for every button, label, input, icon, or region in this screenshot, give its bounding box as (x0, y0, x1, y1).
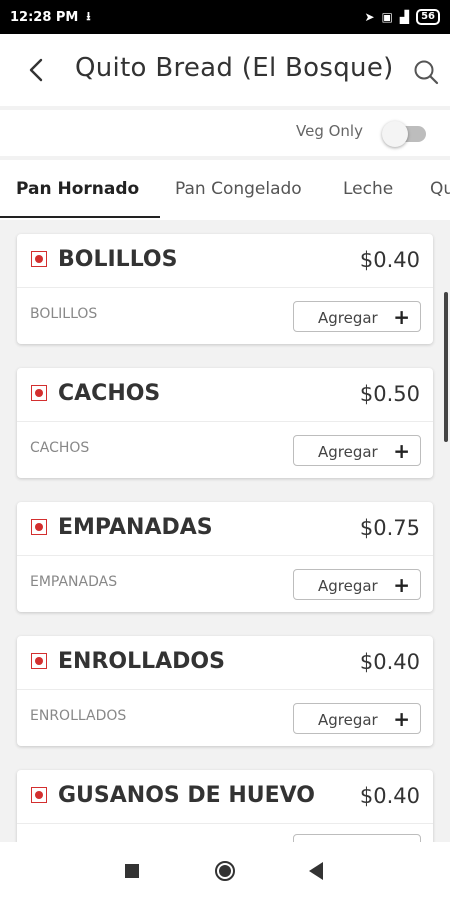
product-price: $0.50 (359, 382, 420, 406)
non-veg-mark-icon (31, 519, 47, 535)
category-tabs: Pan Hornado Pan Congelado Leche Qu (0, 160, 450, 220)
status-icons: ➤ ▣ ▟ 56 (364, 9, 440, 25)
add-button-label: Agregar (318, 309, 378, 327)
product-card-header: GUSANOS DE HUEVO $0.40 (17, 770, 433, 824)
product-price: $0.75 (359, 516, 420, 540)
product-card: CACHOS $0.50 CACHOS Agregar + (17, 368, 433, 478)
product-name: EMPANADAS (58, 515, 213, 540)
product-price: $0.40 (359, 248, 420, 272)
add-button[interactable]: Agregar + (293, 435, 421, 466)
product-card: BOLILLOS $0.40 BOLILLOS Agregar + (17, 234, 433, 344)
system-nav-bar (0, 842, 450, 900)
product-card: ENROLLADOS $0.40 ENROLLADOS Agregar + (17, 636, 433, 746)
add-button-label: Agregar (318, 577, 378, 595)
product-name: GUSANOS DE HUEVO (58, 783, 316, 808)
status-time: 12:28 PM (10, 9, 79, 25)
product-card-header: CACHOS $0.50 (17, 368, 433, 422)
tab-pan-hornado[interactable]: Pan Hornado (16, 179, 139, 199)
tab-pan-congelado[interactable]: Pan Congelado (175, 179, 302, 199)
product-card: GUSANOS DE HUEVO $0.40 (17, 770, 433, 842)
add-button[interactable]: Agregar + (293, 703, 421, 734)
battery-icon: 56 (416, 9, 440, 25)
product-price: $0.40 (359, 650, 420, 674)
non-veg-mark-icon (31, 385, 47, 401)
active-tab-indicator (0, 216, 160, 218)
add-button-label: Agregar (318, 711, 378, 729)
non-veg-mark-icon (31, 251, 47, 267)
battery-level: 56 (421, 11, 435, 22)
veg-only-label: Veg Only (296, 122, 363, 140)
product-description: EMPANADAS (30, 574, 118, 590)
sim-icon: ▣ (381, 10, 393, 24)
add-button[interactable]: Agregar + (293, 301, 421, 332)
product-card-header: EMPANADAS $0.75 (17, 502, 433, 556)
scrollbar[interactable] (444, 292, 448, 442)
nav-back-icon[interactable] (309, 862, 323, 880)
add-button[interactable]: Agregar + (293, 569, 421, 600)
product-name: CACHOS (58, 381, 161, 406)
signal-icon: ▟ (399, 10, 410, 24)
product-description: CACHOS (30, 440, 90, 456)
product-card: EMPANADAS $0.75 EMPANADAS Agregar + (17, 502, 433, 612)
location-icon: ➤ (364, 10, 375, 24)
product-list: BOLILLOS $0.40 BOLILLOS Agregar + CACHOS… (0, 222, 450, 842)
page-title: Quito Bread (El Bosque) (75, 53, 394, 83)
search-icon[interactable] (412, 58, 440, 86)
plus-icon: + (393, 305, 410, 329)
non-veg-mark-icon (31, 787, 47, 803)
product-name: ENROLLADOS (58, 649, 225, 674)
product-card-header: BOLILLOS $0.40 (17, 234, 433, 288)
app-header: Quito Bread (El Bosque) (0, 34, 450, 106)
product-card-header: ENROLLADOS $0.40 (17, 636, 433, 690)
back-arrow-icon[interactable] (24, 56, 50, 84)
add-button-label: Agregar (318, 443, 378, 461)
product-description: ENROLLADOS (30, 708, 127, 724)
plus-icon: + (393, 707, 410, 731)
download-icon: ⭳ (86, 8, 91, 23)
tab-leche[interactable]: Leche (343, 179, 393, 199)
plus-icon: + (393, 573, 410, 597)
home-icon[interactable] (215, 861, 235, 881)
non-veg-mark-icon (31, 653, 47, 669)
plus-icon: + (393, 439, 410, 463)
product-price: $0.40 (359, 784, 420, 808)
tab-more[interactable]: Qu (430, 179, 450, 199)
recents-icon[interactable] (125, 864, 139, 878)
product-description: BOLILLOS (30, 306, 98, 322)
status-bar: 12:28 PM ⭳ ➤ ▣ ▟ 56 (0, 0, 450, 34)
add-button[interactable] (293, 834, 421, 842)
product-name: BOLILLOS (58, 247, 178, 272)
veg-only-toggle[interactable] (382, 121, 408, 147)
